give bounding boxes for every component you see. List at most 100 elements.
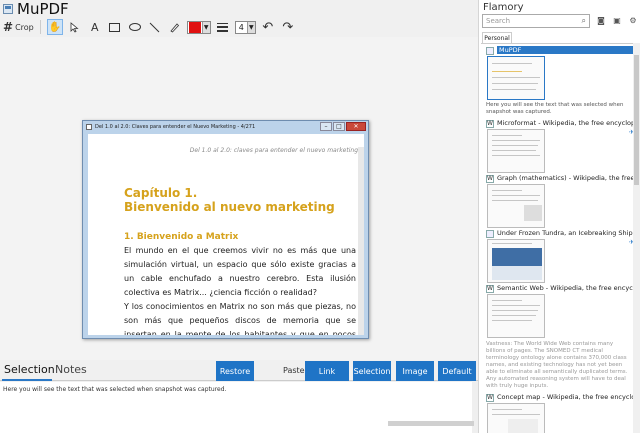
gear-icon[interactable]: ⚙ <box>628 15 638 25</box>
window-icon[interactable]: ▣ <box>612 15 622 25</box>
entry-title: Concept map - Wikipedia, the free encycl… <box>497 393 633 401</box>
flamory-tools: ◙ ▣ ⚙ ✎ <box>596 15 640 25</box>
entry-thumbnail <box>487 239 545 283</box>
entry-description: Here you will see the text that was sele… <box>486 102 624 115</box>
line-tool-button[interactable] <box>147 19 163 35</box>
pen-icon <box>170 22 180 33</box>
restore-button[interactable]: Restore <box>216 361 254 381</box>
entry-thumbnail <box>487 403 545 433</box>
flamory-title: Flamory <box>483 2 524 13</box>
selection-text: Here you will see the text that was sele… <box>3 386 227 393</box>
search-input[interactable]: Search ⌕ <box>482 14 590 28</box>
app-window: MuPDF # Crop ✋ A ▼ 4 ▼ ↶ ↷ Del 1.0 al 2.… <box>0 0 640 433</box>
title-bar: MuPDF <box>0 0 478 18</box>
list-item[interactable]: MuPDF Here you will see the text that wa… <box>483 46 633 115</box>
toolbar-separator <box>39 20 41 34</box>
entry-title: Under Frozen Tundra, an Icebreaking Ship… <box>497 229 633 237</box>
toolbar: # Crop ✋ A ▼ 4 ▼ ↶ ↷ <box>0 18 478 36</box>
paste-image-button[interactable]: Image <box>396 361 434 381</box>
wikipedia-icon: W <box>486 285 494 293</box>
chevron-down-icon: ▼ <box>246 21 255 33</box>
hand-tool-button[interactable]: ✋ <box>46 19 63 35</box>
crop-label: Crop <box>15 22 34 32</box>
entry-title: Graph (mathematics) - Wikipedia, the fre… <box>497 174 633 182</box>
entry-thumbnail <box>487 294 545 338</box>
search-icon: ⌕ <box>581 16 586 25</box>
line-icon <box>149 22 160 32</box>
chevron-down-icon: ▼ <box>201 21 210 33</box>
page-header: Del 1.0 al 2.0: claves para entender el … <box>189 147 358 154</box>
minimize-button[interactable]: – <box>320 122 332 131</box>
text-tool-button[interactable]: A <box>87 19 103 35</box>
flamory-panel: Flamory Search ⌕ ◙ ▣ ⚙ ✎ Personal MuPDF <box>478 0 640 433</box>
tab-selection[interactable]: Selection <box>4 363 55 376</box>
active-tab-indicator <box>2 379 52 381</box>
list-item[interactable]: W Concept map - Wikipedia, the free ency… <box>483 393 633 433</box>
app-icon <box>3 4 13 14</box>
crop-button[interactable]: # Crop <box>3 19 34 35</box>
list-item[interactable]: W Microformat - Wikipedia, the free ency… <box>483 119 633 174</box>
text-tool-icon: A <box>90 20 99 34</box>
pointer-icon <box>70 21 79 33</box>
line-width-button[interactable] <box>215 19 231 35</box>
stroke-width-select[interactable]: 4 ▼ <box>234 20 256 34</box>
window-controls: – □ ✕ <box>320 122 366 131</box>
paste-link-button[interactable]: Link <box>305 361 349 381</box>
snapshot-title: Del 1.0 al 2.0: Claves para entender el … <box>95 124 256 130</box>
list-scrollbar-thumb[interactable] <box>634 55 639 185</box>
undo-button[interactable]: ↶ <box>260 19 276 35</box>
entry-title: MuPDF <box>497 46 633 54</box>
undo-icon: ↶ <box>262 19 274 35</box>
tab-notes[interactable]: Notes <box>55 363 87 376</box>
close-button[interactable]: ✕ <box>346 122 366 131</box>
section-heading: 1. Bienvenido a Matrix <box>124 232 239 242</box>
chapter-number: Capítulo 1. <box>124 186 198 200</box>
document-icon <box>86 124 92 130</box>
paste-label: Paste: <box>283 366 308 375</box>
entry-title: Microformat - Wikipedia, the free encycl… <box>497 119 633 127</box>
color-swatch <box>188 21 201 33</box>
entry-thumbnail <box>487 56 545 100</box>
paragraph-2: Y los conocimientos en Matrix no son más… <box>124 302 356 335</box>
wikipedia-icon: W <box>486 394 494 402</box>
stroke-width-value: 4 <box>238 22 244 32</box>
snapshot-page: Del 1.0 al 2.0: claves para entender el … <box>88 134 364 335</box>
rectangle-tool-button[interactable] <box>107 19 123 35</box>
line-width-icon <box>217 22 229 32</box>
mupdf-pane: MuPDF # Crop ✋ A ▼ 4 ▼ ↶ ↷ Del 1.0 al 2.… <box>0 0 478 433</box>
pointer-tool-button[interactable] <box>67 19 83 35</box>
document-canvas[interactable]: Del 1.0 al 2.0: Claves para entender el … <box>0 37 478 360</box>
maximize-button[interactable]: □ <box>333 122 345 131</box>
hand-icon: ✋ <box>48 21 61 33</box>
list-item[interactable]: Under Frozen Tundra, an Icebreaking Ship… <box>483 229 633 284</box>
horizontal-scrollbar-thumb[interactable] <box>388 421 474 426</box>
crop-icon: # <box>3 20 14 34</box>
paragraph-1: El mundo en el que creemos vivir no es m… <box>124 246 356 297</box>
list-item[interactable]: W Semantic Web - Wikipedia, the free enc… <box>483 284 633 389</box>
snapshot-scrollbar[interactable] <box>358 147 364 335</box>
entry-thumbnail <box>487 184 545 228</box>
entry-description: Vastness: The World Wide Web contains ma… <box>486 341 628 389</box>
chapter-title: Bienvenido al nuevo marketing <box>124 200 335 214</box>
ellipse-icon <box>128 23 141 31</box>
rectangle-icon <box>109 22 121 32</box>
pen-tool-button[interactable] <box>167 19 183 35</box>
ellipse-tool-button[interactable] <box>127 19 143 35</box>
list-item[interactable]: W Graph (mathematics) - Wikipedia, the f… <box>483 174 633 229</box>
entry-thumbnail <box>487 129 545 173</box>
entry-title: Semantic Web - Wikipedia, the free encyc… <box>497 284 633 292</box>
app-icon <box>486 47 494 55</box>
snapshot-window[interactable]: Del 1.0 al 2.0: Claves para entender el … <box>82 120 369 339</box>
snapshot-list: MuPDF Here you will see the text that wa… <box>481 43 633 433</box>
paste-selection-button[interactable]: Selection <box>353 361 391 381</box>
paste-default-button[interactable]: Default <box>438 361 476 381</box>
redo-button[interactable]: ↷ <box>280 19 296 35</box>
redo-icon: ↷ <box>282 19 294 35</box>
wikipedia-icon: W <box>486 175 494 183</box>
app-title: MuPDF <box>17 0 69 18</box>
color-picker[interactable]: ▼ <box>186 20 211 34</box>
page-icon <box>486 230 494 238</box>
wikipedia-icon: W <box>486 120 494 128</box>
camera-icon[interactable]: ◙ <box>596 15 606 25</box>
search-placeholder: Search <box>486 17 511 25</box>
